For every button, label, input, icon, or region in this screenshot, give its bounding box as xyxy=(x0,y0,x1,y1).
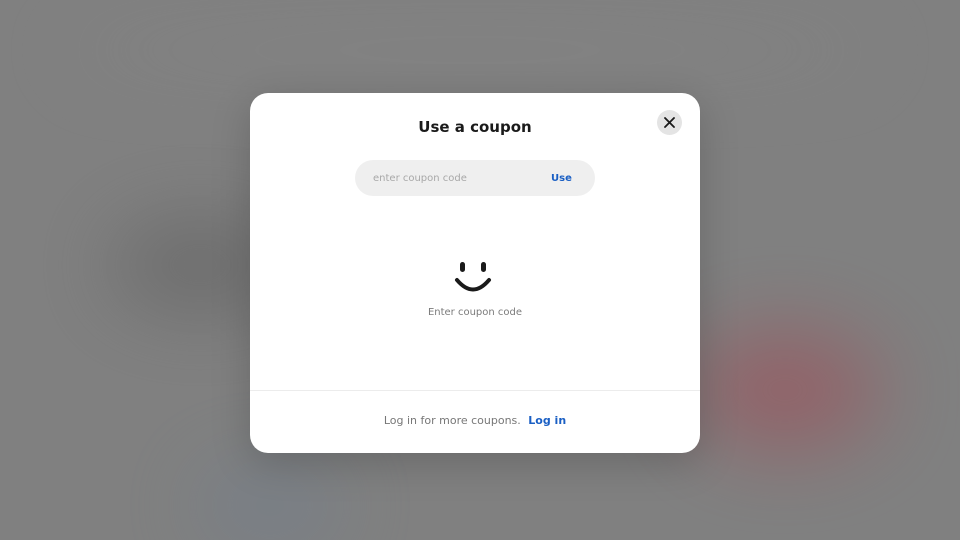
footer-divider xyxy=(250,390,700,391)
background-blur-shape xyxy=(690,330,880,450)
use-coupon-button[interactable]: Use xyxy=(551,160,572,196)
background-blur-shape xyxy=(60,30,880,70)
coupon-code-input[interactable] xyxy=(373,160,533,196)
footer-text: Log in for more coupons. xyxy=(383,414,521,427)
background-blur-shape xyxy=(200,470,340,540)
smiley-icon xyxy=(455,262,491,292)
close-icon xyxy=(664,117,675,128)
modal-footer: Log in for more coupons. Log in xyxy=(250,414,700,427)
coupon-modal: Use a coupon Use Enter coupon code Log i… xyxy=(250,93,700,453)
empty-state-text: Enter coupon code xyxy=(427,307,523,318)
login-link[interactable]: Log in xyxy=(528,414,566,427)
close-button[interactable] xyxy=(657,110,682,135)
coupon-input-group: Use xyxy=(355,160,595,196)
modal-title: Use a coupon xyxy=(418,118,532,136)
